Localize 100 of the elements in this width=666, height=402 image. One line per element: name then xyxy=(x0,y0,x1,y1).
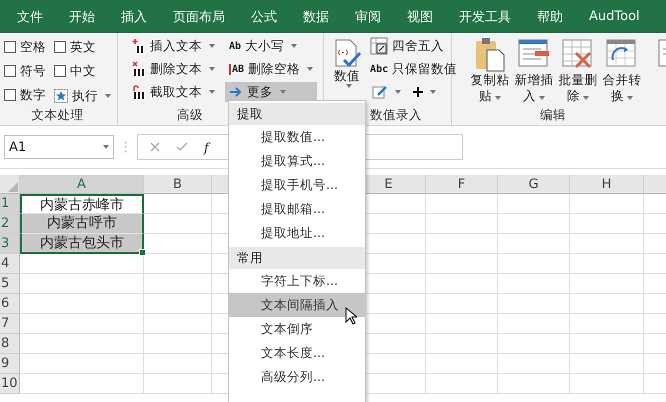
table-cell xyxy=(426,374,498,394)
ribbon-command[interactable]: Ab 大小写 xyxy=(225,36,318,56)
column-header[interactable]: F xyxy=(426,175,498,194)
group-label: 数值录入 xyxy=(370,107,422,122)
star-icon xyxy=(54,89,68,103)
check-icon[interactable] xyxy=(176,142,188,152)
table-cell xyxy=(498,294,570,314)
row-header[interactable]: 4 xyxy=(0,254,20,274)
table-cell: 内蒙古包头市 xyxy=(20,234,144,254)
menu-item[interactable]: 文本倒序 xyxy=(229,317,365,341)
grip-icon[interactable] xyxy=(124,141,127,153)
column-header[interactable]: H xyxy=(570,175,644,194)
table-cell xyxy=(498,194,570,214)
row-header[interactable]: 1 xyxy=(0,194,20,214)
fill-handle[interactable] xyxy=(139,249,146,256)
ribbon-command[interactable]: 更多 xyxy=(225,82,318,102)
ribbon-command[interactable]: 截取文本 xyxy=(128,82,219,102)
ribbon-command[interactable]: 删除文本 xyxy=(128,59,219,79)
ribbon-tab[interactable]: 文件 xyxy=(4,8,56,26)
table-cell xyxy=(426,234,498,254)
ribbon-command[interactable]: Abc 只保留数值 xyxy=(368,59,460,79)
menu-item[interactable]: 提取算式... xyxy=(229,149,365,173)
table-cell xyxy=(426,214,498,234)
table-cell xyxy=(426,254,498,274)
row-header[interactable]: 7 xyxy=(0,314,20,334)
caret-icon xyxy=(307,67,314,71)
ribbon-command[interactable]: 插入文本 xyxy=(128,36,219,56)
group-label: 高级 xyxy=(177,107,204,122)
case-icon: Abc xyxy=(370,64,388,74)
menu-item[interactable]: 提取数值... xyxy=(229,125,365,149)
ribbon-large-button[interactable]: 合并转 换 xyxy=(602,36,642,107)
insert-text-icon xyxy=(132,38,146,54)
ribbon-tab[interactable]: 视图 xyxy=(394,8,446,26)
checkbox[interactable]: 符号 xyxy=(4,62,46,80)
row-header[interactable]: 8 xyxy=(0,334,20,354)
ribbon-tab[interactable]: 插入 xyxy=(108,8,160,26)
column-header[interactable]: B xyxy=(144,175,212,194)
table-cell xyxy=(426,334,498,354)
row-header[interactable]: 9 xyxy=(0,354,20,374)
ribbon-command[interactable]: AB 删除空格 xyxy=(225,59,318,79)
table-cell xyxy=(498,214,570,234)
menu-item[interactable]: 高级分列... xyxy=(229,365,365,389)
select-all-icon[interactable] xyxy=(8,182,18,192)
plus-icon xyxy=(413,87,424,97)
caret-icon xyxy=(395,90,402,94)
ribbon-large-button[interactable]: 复制粘 贴 xyxy=(470,36,510,107)
table-percent-icon xyxy=(370,37,388,55)
checkbox[interactable]: 空格 xyxy=(4,38,46,56)
row-header[interactable]: 10 xyxy=(0,374,20,394)
ribbon-command[interactable]: 四舍五入 xyxy=(368,36,460,56)
checkbox[interactable]: 英文 xyxy=(54,38,111,56)
table-cell xyxy=(426,194,498,214)
caret-icon xyxy=(291,44,298,48)
row-header[interactable]: 3 xyxy=(0,234,20,254)
ribbon-tab[interactable]: 开始 xyxy=(56,8,108,26)
close-icon[interactable] xyxy=(150,142,160,152)
caret-icon xyxy=(209,44,215,48)
column-header[interactable]: G xyxy=(498,175,570,194)
mouse-cursor-icon xyxy=(345,307,357,325)
ribbon-tab[interactable]: AudTool xyxy=(576,9,653,24)
checkbox[interactable]: 数字 xyxy=(4,86,46,104)
menu-section-header: 提取 xyxy=(229,103,365,125)
ribbon-large-button[interactable]: 批量删 除 xyxy=(558,36,598,107)
caret-icon xyxy=(209,90,215,94)
pencil-table-icon xyxy=(372,85,388,99)
table-cell xyxy=(498,374,570,394)
caret-icon xyxy=(583,96,590,100)
group-label: 文本处理 xyxy=(30,107,84,124)
name-box[interactable]: A1 xyxy=(4,135,114,159)
menu-item[interactable]: 提取邮箱... xyxy=(229,197,365,221)
function-label[interactable]: f xyxy=(204,140,209,154)
row-header[interactable]: 6 xyxy=(0,294,20,314)
row-header[interactable]: 5 xyxy=(0,274,20,294)
run-button[interactable]: 执行 xyxy=(54,86,111,106)
arrow-icon xyxy=(229,86,243,98)
ribbon-tab[interactable]: 公式 xyxy=(238,8,290,26)
ribbon-tab[interactable]: 数据 xyxy=(290,8,342,26)
menu-item[interactable]: 提取地址... xyxy=(229,221,365,245)
menu-item[interactable]: 文本长度... xyxy=(229,341,365,365)
checkbox[interactable]: 中文 xyxy=(54,62,111,80)
ribbon-tab[interactable]: 帮助 xyxy=(524,8,576,26)
ribbon-tab[interactable]: 页面布局 xyxy=(160,8,238,26)
column-header[interactable]: A xyxy=(20,175,144,194)
table-cell xyxy=(498,314,570,334)
table-cell xyxy=(498,334,570,354)
ribbon-tab[interactable]: 开发工具 xyxy=(446,8,524,26)
menu-item[interactable]: 字符上下标... xyxy=(229,269,365,293)
menu-item[interactable]: 文本间隔插入 xyxy=(229,293,365,317)
group-label: 编辑 xyxy=(539,107,568,124)
ribbon-tab[interactable]: 审阅 xyxy=(342,8,394,26)
caret-icon xyxy=(430,90,436,94)
ribbon-large-button[interactable]: 新增插 入 xyxy=(514,36,554,107)
caret-icon xyxy=(539,96,546,100)
row-header[interactable]: 2 xyxy=(0,214,20,234)
table-cell xyxy=(498,234,570,254)
clipboard-icon xyxy=(473,36,508,72)
menu-section-header: 常用 xyxy=(229,247,365,269)
table-cell: 内蒙古呼市 xyxy=(20,214,144,234)
caret-icon xyxy=(627,96,634,100)
cut-text-icon xyxy=(132,84,146,100)
